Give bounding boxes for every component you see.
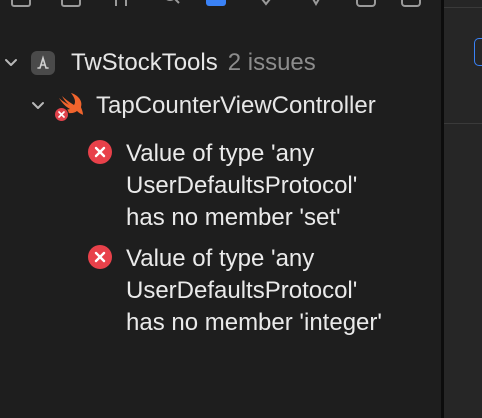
test-navigator-icon[interactable] bbox=[255, 0, 277, 8]
navigator-toolbar bbox=[0, 0, 441, 16]
folder-icon[interactable] bbox=[10, 0, 32, 8]
error-badge-icon bbox=[54, 107, 69, 122]
editor-separator bbox=[444, 7, 482, 8]
chevron-down-icon[interactable] bbox=[30, 98, 46, 114]
symbol-navigator-icon[interactable] bbox=[110, 0, 132, 8]
project-row[interactable]: TwStockTools 2 issues bbox=[0, 46, 316, 80]
issue-message-line: Value of type 'any bbox=[126, 140, 315, 167]
error-x-icon bbox=[88, 245, 112, 269]
breakpoint-navigator-icon[interactable] bbox=[355, 0, 377, 8]
issue-navigator-icon[interactable] bbox=[205, 0, 227, 8]
issue-navigator: TwStockTools 2 issues TapCounterViewCont… bbox=[0, 0, 441, 418]
issue-message: Value of type 'any UserDefaultsProtocol'… bbox=[126, 243, 426, 339]
error-x-icon bbox=[88, 140, 112, 164]
app-store-project-icon bbox=[31, 51, 55, 75]
debug-navigator-icon[interactable] bbox=[305, 0, 327, 8]
issue-message-line: has no member 'set' bbox=[126, 204, 341, 231]
issue-message: Value of type 'any UserDefaultsProtocol'… bbox=[126, 138, 426, 234]
file-name: TapCounterViewController bbox=[96, 92, 376, 119]
chevron-down-icon[interactable] bbox=[3, 55, 19, 71]
report-navigator-icon[interactable] bbox=[400, 0, 422, 8]
issue-message-line: Value of type 'any bbox=[126, 245, 315, 272]
project-name: TwStockTools bbox=[71, 49, 218, 76]
find-navigator-icon[interactable] bbox=[160, 0, 182, 8]
editor-tab-edge[interactable] bbox=[474, 38, 482, 66]
swift-file-icon bbox=[54, 92, 86, 122]
source-control-icon[interactable] bbox=[60, 0, 82, 8]
issue-message-line: UserDefaultsProtocol' bbox=[126, 172, 358, 199]
issue-message-line: has no member 'integer' bbox=[126, 309, 382, 336]
editor-separator bbox=[444, 123, 482, 124]
xcode-window: TwStockTools 2 issues TapCounterViewCont… bbox=[0, 0, 482, 418]
editor-area-edge bbox=[444, 0, 482, 418]
issue-count-label: 2 issues bbox=[227, 49, 316, 76]
issue-message-line: UserDefaultsProtocol' bbox=[126, 277, 358, 304]
file-row[interactable]: TapCounterViewController bbox=[0, 89, 376, 123]
